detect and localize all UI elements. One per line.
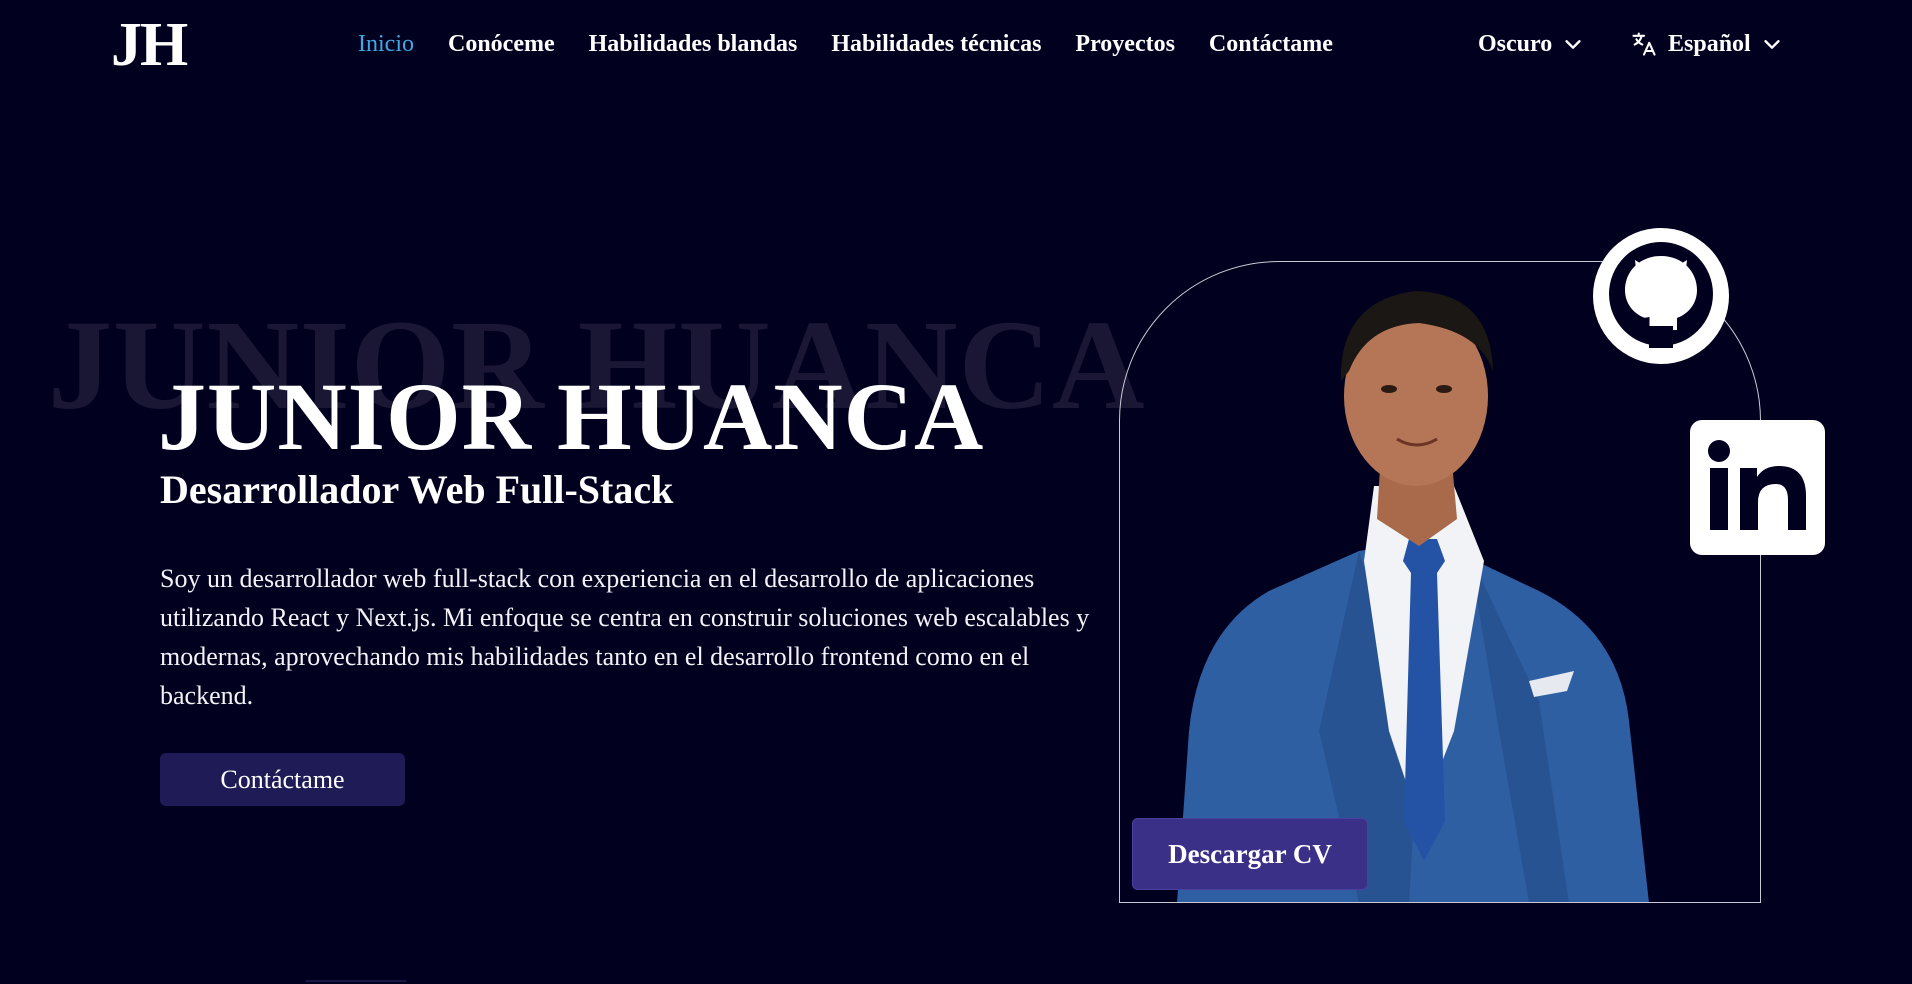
nav-link-inicio[interactable]: Inicio: [358, 26, 414, 62]
contact-button[interactable]: Contáctame: [160, 753, 405, 806]
top-navigation: JH Inicio Conóceme Habilidades blandas H…: [0, 0, 1912, 88]
theme-selector[interactable]: Oscuro: [1442, 26, 1584, 62]
section-divider: [306, 980, 406, 982]
nav-link-proyectos[interactable]: Proyectos: [1075, 26, 1175, 62]
github-link[interactable]: [1593, 228, 1729, 364]
translate-icon: [1630, 30, 1658, 58]
nav-link-habilidades-blandas[interactable]: Habilidades blandas: [589, 26, 798, 62]
language-label: Español: [1668, 31, 1751, 57]
chevron-down-icon: [1761, 33, 1783, 55]
linkedin-icon: [1690, 440, 1825, 559]
theme-label: Oscuro: [1478, 31, 1553, 57]
language-selector[interactable]: Español: [1630, 26, 1783, 62]
chevron-down-icon: [1562, 33, 1584, 55]
nav-link-conoceme[interactable]: Conóceme: [448, 26, 555, 62]
github-icon: [1593, 226, 1729, 367]
hero-role: Desarrollador Web Full-Stack: [160, 467, 674, 512]
page: JH Inicio Conóceme Habilidades blandas H…: [0, 0, 1912, 984]
nav-link-contactame[interactable]: Contáctame: [1209, 26, 1333, 62]
nav-links: Inicio Conóceme Habilidades blandas Habi…: [358, 26, 1333, 62]
hero-name: JUNIOR HUANCA: [158, 363, 985, 470]
download-cv-button[interactable]: Descargar CV: [1132, 818, 1368, 890]
nav-link-habilidades-tecnicas[interactable]: Habilidades técnicas: [831, 26, 1041, 62]
moon-icon: [1442, 31, 1468, 57]
linkedin-link[interactable]: [1690, 420, 1825, 555]
hero-description: Soy un desarrollador web full-stack con …: [160, 564, 1090, 710]
site-logo[interactable]: JH: [111, 10, 188, 80]
